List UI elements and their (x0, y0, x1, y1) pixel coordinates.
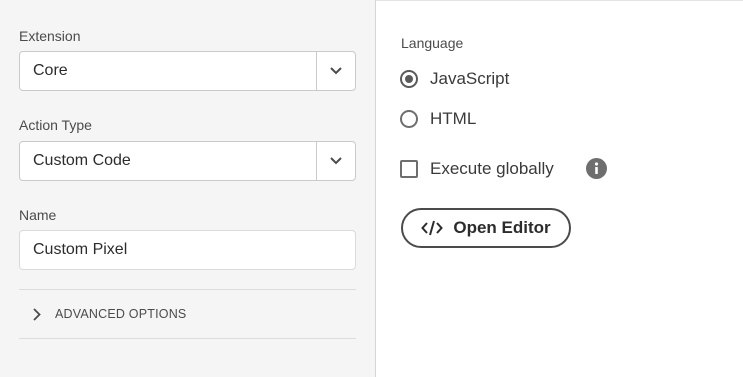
radio-html[interactable]: HTML (400, 109, 476, 129)
code-icon (421, 220, 444, 236)
advanced-options-label: ADVANCED OPTIONS (55, 307, 187, 321)
name-label: Name (19, 207, 57, 223)
radio-javascript-label: JavaScript (430, 69, 510, 88)
extension-value: Core (33, 62, 68, 79)
extension-dropdown-button[interactable] (316, 52, 355, 90)
execute-globally-option[interactable]: Execute globally (400, 159, 554, 179)
info-icon[interactable] (586, 158, 607, 179)
open-editor-label: Open Editor (453, 218, 551, 237)
action-config-panel: Extension Core Action Type Custom Code N… (0, 0, 376, 377)
code-settings-panel: Language JavaScript HTML Execute globall… (376, 0, 743, 377)
action-type-picker[interactable]: Custom Code (19, 141, 356, 181)
action-type-dropdown-button[interactable] (316, 142, 355, 180)
chevron-down-icon (330, 67, 342, 75)
language-label: Language (401, 35, 464, 51)
open-editor-button[interactable]: Open Editor (401, 208, 571, 248)
advanced-options-toggle[interactable]: ADVANCED OPTIONS (33, 303, 186, 325)
chevron-down-icon (330, 157, 342, 165)
radio-html-label: HTML (430, 109, 477, 128)
extension-picker[interactable]: Core (19, 51, 356, 91)
radio-javascript[interactable]: JavaScript (400, 69, 509, 89)
execute-globally-label: Execute globally (430, 159, 554, 178)
divider (19, 289, 356, 290)
execute-globally-checkbox[interactable] (400, 160, 418, 178)
radio-button[interactable] (400, 110, 418, 128)
name-input[interactable] (19, 230, 356, 270)
divider (19, 338, 356, 339)
extension-label: Extension (19, 28, 81, 44)
action-type-label: Action Type (19, 117, 92, 133)
action-type-value: Custom Code (33, 152, 131, 169)
chevron-right-icon (33, 307, 41, 321)
radio-button-checked[interactable] (400, 70, 418, 88)
